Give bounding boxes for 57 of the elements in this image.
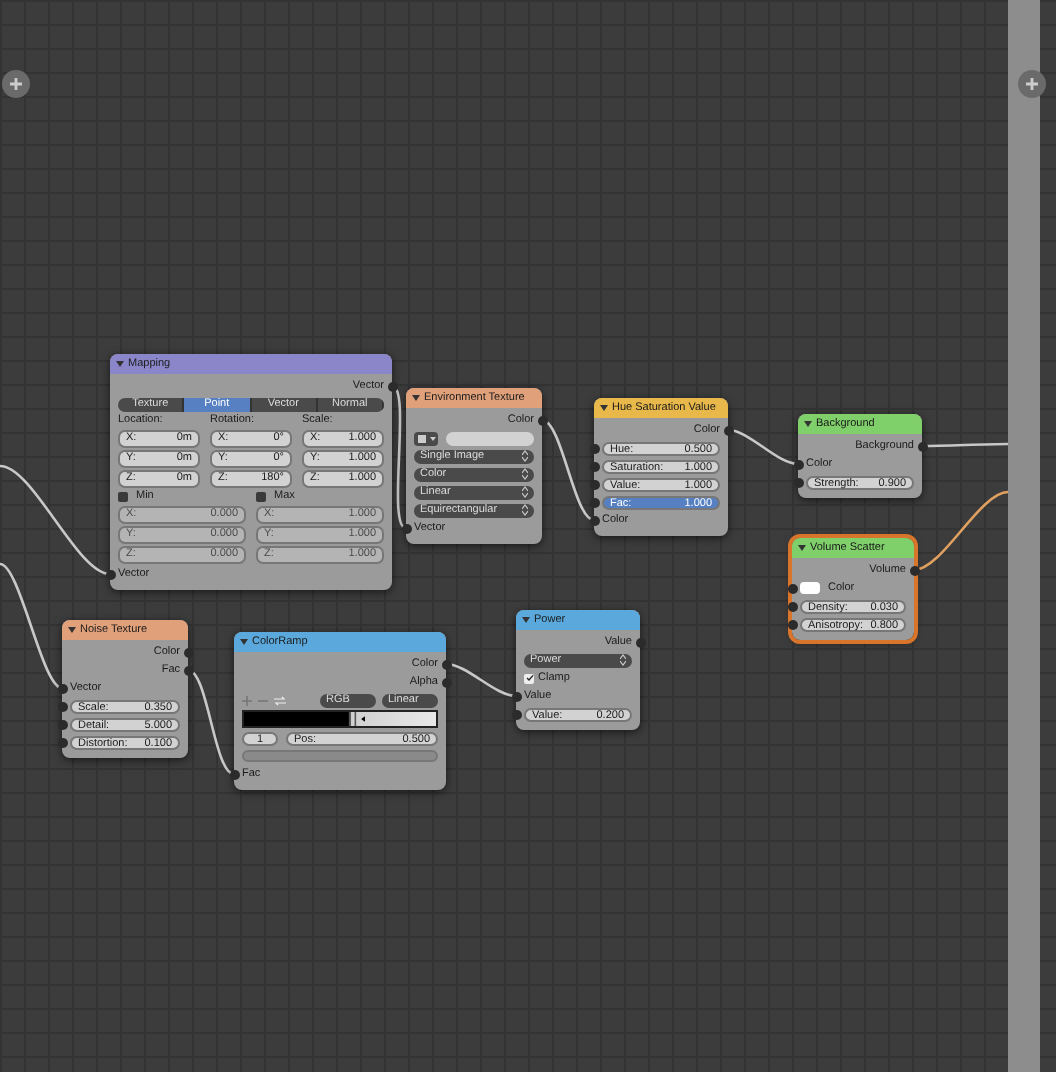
updown-icon bbox=[522, 467, 528, 479]
socket-dot[interactable] bbox=[793, 477, 803, 487]
socket-dot[interactable] bbox=[57, 737, 67, 747]
updown-icon bbox=[522, 449, 528, 461]
wire bbox=[187, 668, 235, 776]
socket-dot[interactable] bbox=[387, 381, 397, 391]
collapse-icon[interactable] bbox=[68, 626, 76, 634]
socket-dot[interactable] bbox=[105, 569, 115, 579]
socket-dot[interactable] bbox=[57, 719, 67, 729]
collapse-icon[interactable] bbox=[804, 420, 812, 428]
add-button[interactable] bbox=[1018, 70, 1046, 98]
plus-icon[interactable] bbox=[1024, 76, 1040, 92]
socket-dot[interactable] bbox=[635, 637, 645, 647]
socket-dot[interactable] bbox=[183, 665, 193, 675]
plus-icon[interactable] bbox=[8, 76, 24, 92]
socket-dot[interactable] bbox=[401, 523, 411, 533]
updown-icon bbox=[620, 653, 626, 665]
color-swatch[interactable] bbox=[242, 750, 438, 762]
socket-dot[interactable] bbox=[511, 709, 521, 719]
socket-dot[interactable] bbox=[909, 565, 919, 575]
socket-dot[interactable] bbox=[793, 459, 803, 469]
image-field[interactable] bbox=[446, 431, 534, 445]
socket-dot[interactable] bbox=[723, 425, 733, 435]
socket-dot[interactable] bbox=[589, 497, 599, 507]
collapse-icon[interactable] bbox=[412, 394, 420, 402]
color-swatch[interactable] bbox=[800, 582, 820, 594]
socket-dot[interactable] bbox=[229, 769, 239, 779]
socket-dot[interactable] bbox=[589, 479, 599, 489]
socket-dot[interactable] bbox=[787, 619, 797, 629]
socket-dot[interactable] bbox=[589, 443, 599, 453]
socket-dot[interactable] bbox=[57, 683, 67, 693]
collapse-icon[interactable] bbox=[798, 544, 806, 552]
add-button[interactable] bbox=[2, 70, 30, 98]
updown-icon bbox=[522, 485, 528, 497]
checkbox[interactable] bbox=[118, 492, 128, 502]
image-icon[interactable] bbox=[414, 431, 438, 445]
socket-dot[interactable] bbox=[787, 583, 797, 593]
socket-dot[interactable] bbox=[511, 691, 521, 701]
socket-dot[interactable] bbox=[441, 677, 451, 687]
socket-dot[interactable] bbox=[441, 659, 451, 669]
collapse-icon[interactable] bbox=[522, 616, 530, 624]
collapse-icon[interactable] bbox=[240, 638, 248, 646]
checkbox[interactable] bbox=[524, 673, 534, 683]
socket-dot[interactable] bbox=[537, 415, 547, 425]
collapse-icon[interactable] bbox=[600, 404, 608, 412]
collapse-icon[interactable] bbox=[116, 360, 124, 368]
socket-dot[interactable] bbox=[917, 441, 927, 451]
checkbox[interactable] bbox=[256, 492, 266, 502]
socket-dot[interactable] bbox=[589, 461, 599, 471]
node-card[interactable] bbox=[110, 354, 392, 590]
updown-icon bbox=[522, 503, 528, 515]
wire bbox=[541, 418, 595, 522]
wire bbox=[922, 442, 1008, 448]
socket-dot[interactable] bbox=[787, 601, 797, 611]
socket-dot[interactable] bbox=[57, 701, 67, 711]
socket-dot[interactable] bbox=[589, 515, 599, 525]
socket-dot[interactable] bbox=[183, 647, 193, 657]
